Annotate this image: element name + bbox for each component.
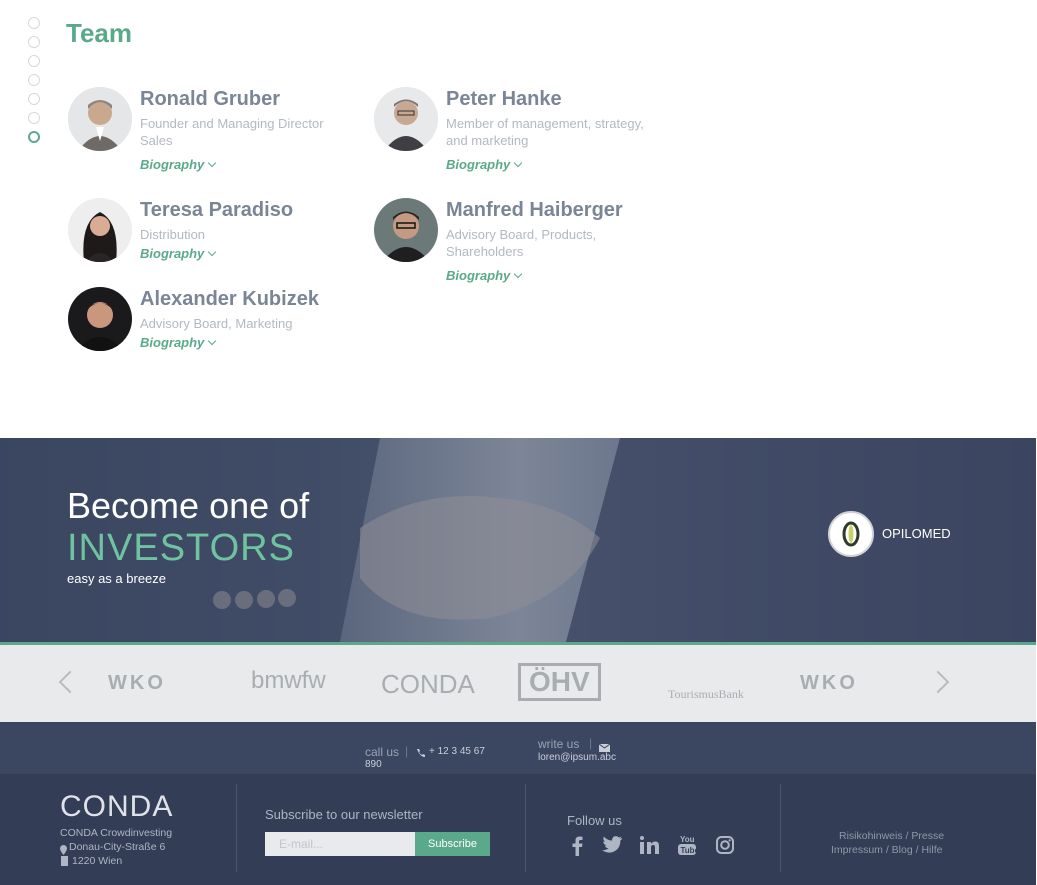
avatar: [374, 198, 438, 262]
biography-label: Biography: [446, 268, 511, 283]
member-name: Peter Hanke: [446, 88, 562, 110]
section-dots: [28, 17, 40, 150]
divider: [525, 784, 526, 872]
member-name: Alexander Kubizek: [140, 288, 319, 310]
member-role: Member of management, strategy, and mark…: [446, 116, 644, 148]
biography-toggle[interactable]: Biography: [446, 157, 523, 172]
page: Team Ronald Gruber Founder and Managing …: [0, 0, 1037, 885]
instagram-icon[interactable]: [716, 836, 738, 858]
banner-highlight: INVESTORS: [67, 527, 295, 569]
member-role: Distribution: [140, 227, 206, 242]
phone-number-cont[interactable]: 890: [365, 759, 382, 770]
write-label: write us: [538, 737, 580, 751]
section-dot-2[interactable]: [28, 36, 40, 48]
section-dot-active[interactable]: [28, 131, 40, 143]
newsletter-email-input[interactable]: [265, 832, 415, 856]
follow-label: Follow us: [567, 813, 622, 828]
youtube-icon[interactable]: You Tube: [678, 834, 700, 856]
member-name: Manfred Haiberger: [446, 199, 623, 221]
contact-bar: call us | + 12 3 45 67 890 write us | lo…: [0, 722, 1036, 774]
member-role: Advisory Board, Products, Shareholders: [446, 227, 597, 259]
footer: CONDA CONDA Crowdinvesting Donau-City-St…: [0, 774, 1036, 885]
avatar: [374, 87, 438, 151]
biography-toggle[interactable]: Biography: [140, 246, 217, 261]
company-name: CONDA Crowdinvesting: [60, 827, 173, 839]
svg-text:Tube: Tube: [681, 846, 697, 855]
call-label: call us: [365, 745, 400, 759]
team-member-manfred-haiberger: Manfred Haiberger Advisory Board, Produc…: [374, 198, 674, 283]
biography-label: Biography: [140, 246, 205, 261]
partner-logo-conda[interactable]: CONDA: [381, 669, 475, 700]
chevron-right-icon[interactable]: [926, 670, 950, 694]
building-icon: [61, 856, 68, 866]
opilomed-logo-badge[interactable]: [828, 511, 874, 557]
twitter-icon[interactable]: [602, 836, 624, 858]
member-role: Advisory Board, Marketing: [140, 316, 293, 331]
newsletter-label: Subscribe to our newsletter: [265, 807, 423, 822]
map-pin-icon: [60, 842, 67, 855]
phone-icon: [416, 745, 426, 757]
biography-toggle[interactable]: Biography: [140, 335, 217, 350]
partner-logo-wko[interactable]: WKO: [108, 672, 166, 695]
section-dot-5[interactable]: [28, 93, 40, 105]
partner-logo-bmwfw[interactable]: bmwfw: [251, 667, 326, 695]
section-dot-4[interactable]: [28, 74, 40, 86]
team-member-alexander-kubizek: Alexander Kubizek Advisory Board, Market…: [68, 287, 368, 367]
member-role: Founder and Managing Director Sales: [140, 116, 324, 148]
biography-toggle[interactable]: Biography: [446, 268, 523, 283]
section-dot-1[interactable]: [28, 17, 40, 29]
banner-title: Become one of: [67, 485, 310, 526]
linkedin-icon[interactable]: [640, 836, 662, 858]
chevron-down-icon: [208, 247, 217, 257]
separator: |: [589, 736, 593, 750]
divider: [236, 784, 237, 872]
partner-logo-tourismusbank[interactable]: TourismusBank: [668, 687, 744, 702]
section-dot-6[interactable]: [28, 112, 40, 124]
company-name[interactable]: OPILOMED: [882, 526, 951, 541]
leaf-logo-icon: [842, 521, 860, 547]
footer-logo[interactable]: CONDA: [60, 790, 173, 824]
svg-text:You: You: [680, 835, 695, 844]
facebook-icon[interactable]: [571, 836, 593, 858]
divider: [780, 784, 781, 872]
partner-carousel: WKO bmwfw CONDA ÖHV TourismusBank WKO: [0, 645, 1036, 722]
section-dot-3[interactable]: [28, 55, 40, 67]
page-title: Team: [66, 18, 132, 48]
email-address[interactable]: loren@ipsum.abc: [538, 752, 616, 763]
team-member-peter-hanke: Peter Hanke Member of management, strate…: [374, 87, 674, 172]
address-city: 1220 Wien: [72, 855, 123, 867]
biography-label: Biography: [140, 157, 205, 172]
member-name: Teresa Paradiso: [140, 199, 294, 221]
partner-logo-ohv[interactable]: ÖHV: [518, 663, 601, 701]
chevron-down-icon: [208, 336, 217, 346]
chevron-left-icon[interactable]: [58, 670, 82, 694]
footer-links-imprint-blog-help[interactable]: Impressum / Blog / Hilfe: [831, 844, 942, 856]
chevron-down-icon: [514, 269, 523, 279]
avatar: [68, 198, 132, 262]
address-street: Donau-City-Straße 6: [69, 841, 166, 853]
biography-label: Biography: [140, 335, 205, 350]
subscribe-button[interactable]: Subscribe: [415, 832, 490, 856]
biography-toggle[interactable]: Biography: [140, 157, 217, 172]
chevron-down-icon: [514, 158, 523, 168]
chevron-down-icon: [208, 158, 217, 168]
phone-number[interactable]: + 12 3 45 67: [429, 746, 485, 757]
banner-subtitle: easy as a breeze: [67, 571, 167, 586]
investors-banner: Become one of INVESTORS easy as a breeze…: [0, 438, 1036, 642]
avatar: [68, 87, 132, 151]
biography-label: Biography: [446, 157, 511, 172]
member-name: Ronald Gruber: [140, 88, 281, 110]
team-member-ronald-gruber: Ronald Gruber Founder and Managing Direc…: [68, 87, 368, 172]
team-member-teresa-paradiso: Teresa Paradiso Distribution Biography: [68, 198, 368, 278]
partner-logo-wko-tourismus[interactable]: WKO: [800, 672, 858, 695]
avatar: [68, 287, 132, 351]
separator: |: [405, 744, 409, 758]
footer-links-risk-press[interactable]: Risikohinweis / Presse: [839, 830, 944, 842]
